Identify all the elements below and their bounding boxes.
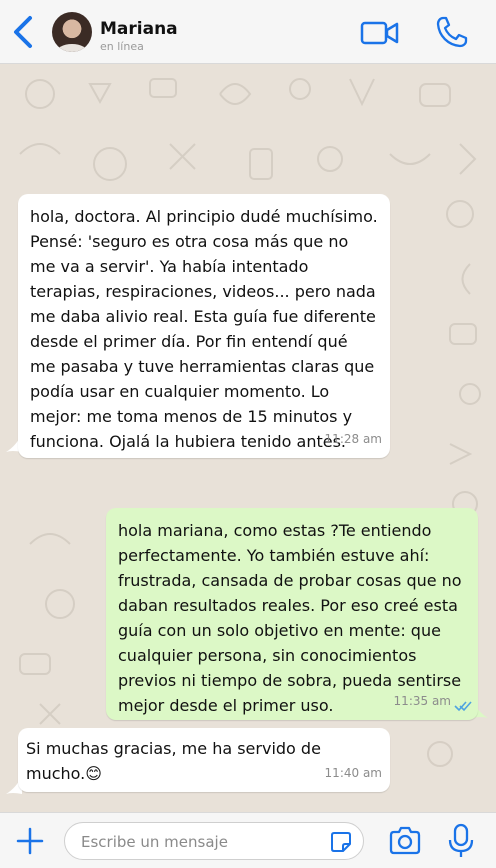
chevron-left-icon[interactable] [8,14,38,50]
camera-icon[interactable] [388,825,422,857]
message-input[interactable] [79,829,313,855]
avatar[interactable] [52,12,92,52]
phone-icon[interactable] [434,14,470,50]
message-text: hola mariana, como estas ?Te entiendo pe… [118,521,462,715]
video-camera-icon[interactable] [360,18,400,48]
chat-area[interactable]: hola, doctora. Al principio dudé muchísi… [0,64,496,812]
message-time: 11:40 am [324,766,382,780]
sticker-icon[interactable] [329,830,353,854]
chat-header: Mariana en línea [0,0,496,64]
read-ticks-icon [454,701,472,712]
message-input-container[interactable] [64,822,364,860]
microphone-icon[interactable] [446,823,476,859]
message-bubble-incoming[interactable]: hola, doctora. Al principio dudé muchísi… [18,194,390,458]
message-time: 11:28 am [324,432,382,446]
message-bubble-incoming[interactable]: Si muchas gracias, me ha servido de much… [18,728,390,792]
contact-name[interactable]: Mariana [100,19,178,39]
message-text: Si muchas gracias, me ha servido de much… [26,739,321,783]
contact-status: en línea [100,40,144,53]
message-bubble-outgoing[interactable]: hola mariana, como estas ?Te entiendo pe… [106,508,478,720]
message-text: hola, doctora. Al principio dudé muchísi… [30,207,378,451]
plus-icon[interactable] [14,825,46,857]
message-time: 11:35 am [393,694,451,708]
message-input-bar [0,812,496,868]
